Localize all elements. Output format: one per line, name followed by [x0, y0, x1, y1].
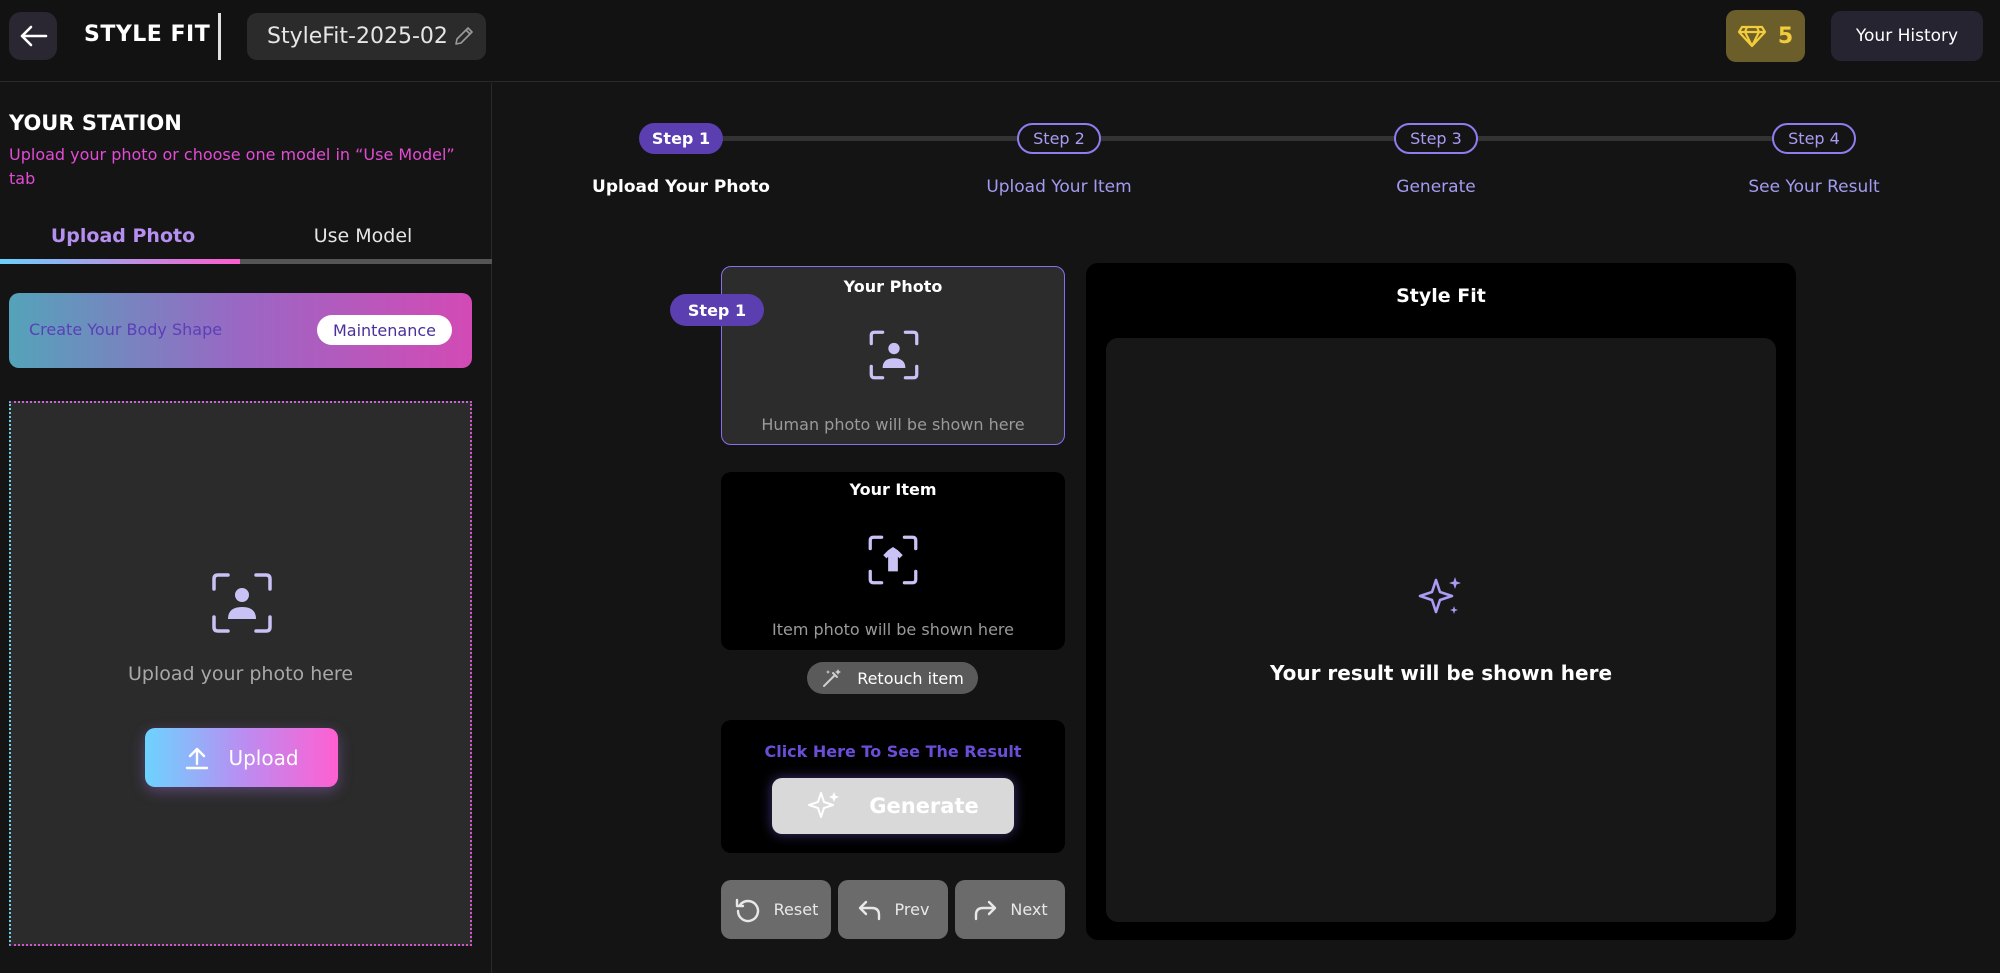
project-name-field[interactable]: StyleFit-2025-02	[247, 13, 486, 60]
result-panel: Style Fit Your result will be shown here	[1086, 263, 1796, 940]
prev-button[interactable]: Prev	[838, 880, 948, 939]
person-frame-icon	[212, 573, 272, 633]
your-photo-card[interactable]: Your Photo Human photo will be shown her…	[721, 266, 1065, 445]
generate-button[interactable]: Generate	[772, 778, 1014, 834]
result-placeholder: Your result will be shown here	[1269, 661, 1613, 685]
retouch-label: Retouch item	[857, 668, 964, 688]
arrow-left-icon	[20, 25, 48, 47]
generate-card: Click Here To See The Result Generate	[721, 720, 1065, 853]
photo-drop-zone[interactable]: Upload your photo here Upload	[9, 401, 472, 946]
sparkles-icon	[1418, 577, 1461, 614]
retouch-item-button[interactable]: Retouch item	[807, 662, 978, 694]
reset-button[interactable]: Reset	[721, 880, 831, 939]
upload-button[interactable]: Upload	[145, 728, 338, 787]
edit-icon[interactable]	[452, 24, 476, 48]
shirt-frame-icon	[868, 535, 918, 585]
step-1-label: Upload Your Photo	[592, 177, 770, 197]
gem-balance[interactable]: 5	[1726, 10, 1805, 62]
magic-wand-icon	[823, 669, 842, 687]
step-2-label: Upload Your Item	[986, 177, 1132, 197]
upload-icon	[186, 747, 209, 769]
step-1-tag: Step 1	[670, 294, 764, 326]
your-item-card[interactable]: Your Item Item photo will be shown here	[721, 472, 1065, 650]
step-4-label: See Your Result	[1748, 177, 1880, 197]
next-label: Next	[1010, 900, 1048, 919]
stepper-track	[682, 136, 1812, 141]
arrow-back-icon	[858, 900, 880, 920]
tab-upload-photo[interactable]: Upload Photo	[0, 216, 246, 256]
body-shape-label: Create Your Body Shape	[29, 320, 223, 339]
see-result-link[interactable]: Click Here To See The Result	[721, 742, 1065, 761]
generate-label: Generate	[869, 794, 979, 818]
reset-label: Reset	[773, 900, 819, 919]
item-card-hint: Item photo will be shown here	[772, 620, 1014, 639]
tab-use-model[interactable]: Use Model	[240, 216, 486, 256]
divider	[218, 13, 221, 60]
sparkles-icon	[808, 792, 840, 818]
step-2-pill[interactable]: Step 2	[1017, 123, 1101, 154]
maintenance-badge: Maintenance	[316, 315, 452, 345]
station-subtitle: Upload your photo or choose one model in…	[9, 145, 455, 188]
result-preview: Your result will be shown here	[1106, 338, 1776, 922]
prev-label: Prev	[894, 900, 930, 919]
gem-count: 5	[1777, 23, 1794, 49]
step-3-pill[interactable]: Step 3	[1394, 123, 1478, 154]
top-bar: STYLE FIT StyleFit-2025-02 5 Your Histor…	[0, 0, 2000, 82]
photo-card-hint: Human photo will be shown here	[761, 415, 1025, 434]
create-body-shape-banner[interactable]: Create Your Body Shape Maintenance	[9, 293, 472, 368]
station-title: YOUR STATION	[9, 111, 182, 135]
result-title: Style Fit	[1396, 285, 1486, 307]
step-3-label: Generate	[1396, 177, 1476, 197]
drop-zone-text: Upload your photo here	[127, 663, 354, 685]
person-frame-icon	[869, 330, 919, 380]
diamond-icon	[1737, 25, 1766, 48]
sidebar: YOUR STATION Upload your photo or choose…	[0, 83, 492, 973]
reset-icon	[735, 898, 759, 922]
app-title: STYLE FIT	[84, 22, 211, 47]
step-1-pill[interactable]: Step 1	[639, 123, 723, 154]
next-button[interactable]: Next	[955, 880, 1065, 939]
step-4-pill[interactable]: Step 4	[1772, 123, 1856, 154]
item-card-title: Your Item	[849, 480, 937, 499]
project-name: StyleFit-2025-02	[267, 24, 448, 49]
back-button[interactable]	[9, 12, 57, 60]
history-button[interactable]: Your History	[1831, 11, 1983, 61]
arrow-forward-icon	[975, 900, 997, 920]
upload-label: Upload	[228, 745, 299, 770]
tab-indicator	[0, 259, 240, 264]
photo-card-title: Your Photo	[843, 277, 943, 296]
